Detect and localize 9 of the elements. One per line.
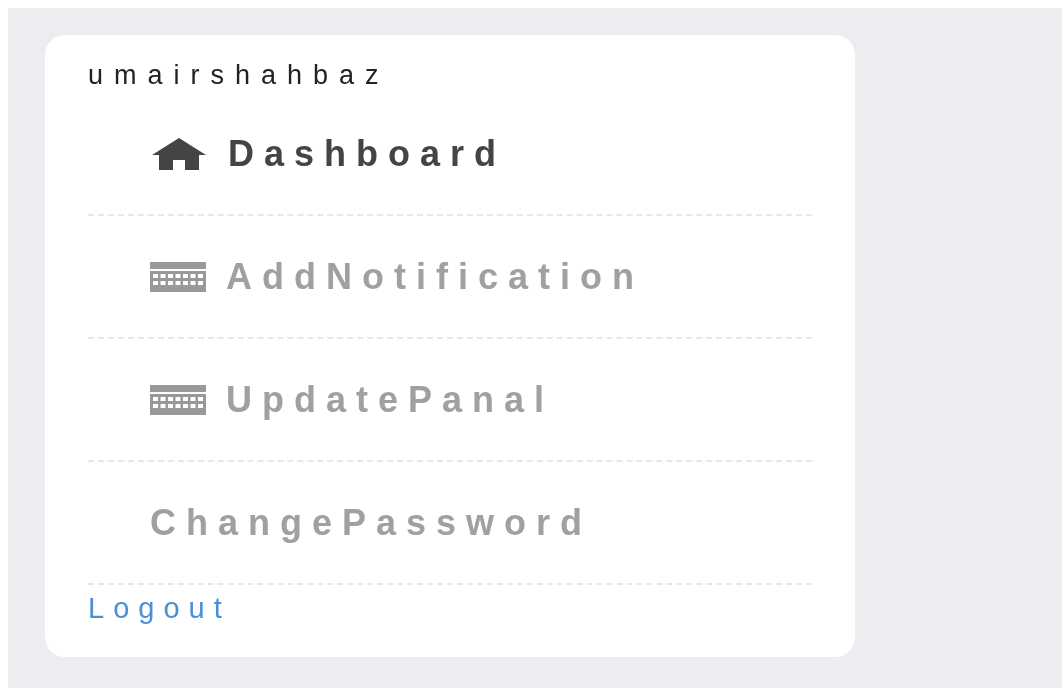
menu-item[interactable]: UpdatePanal [150,372,555,427]
logout-link[interactable]: Logout [88,587,231,631]
home-icon [150,136,208,171]
calendar-icon [150,384,206,415]
menu-item[interactable]: AddNotification [150,249,644,304]
menu-item[interactable]: ChangePassword [150,495,593,550]
username: umairshahbaz [88,59,390,92]
menu-item[interactable]: Dashboard [150,126,507,181]
calendar-icon [150,261,206,292]
